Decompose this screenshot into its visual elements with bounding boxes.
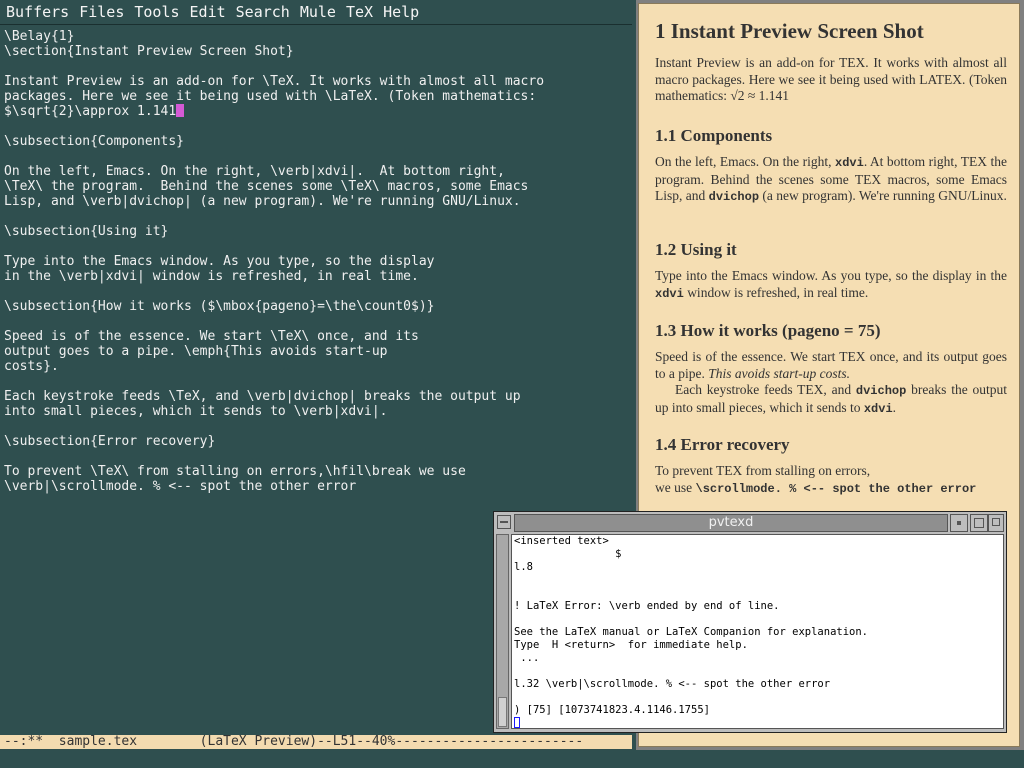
menu-mule[interactable]: Mule — [300, 3, 336, 21]
editor-line: in the \verb|xdvi| window is refreshed, … — [4, 269, 419, 284]
editor-line: packages. Here we see it being used with… — [4, 89, 537, 104]
maximize-button[interactable] — [970, 514, 988, 532]
intro-text: Instant Preview is an add-on for TEX. It… — [655, 55, 1007, 103]
terminal-line: l.32 \verb|\scrollmode. % <-- spot the o… — [514, 678, 831, 690]
intro-math: √2 ≈ 1.141 — [730, 88, 790, 103]
menu-search[interactable]: Search — [236, 3, 290, 21]
editor-line: \subsection{Using it} — [4, 224, 169, 239]
page-intro-paragraph: Instant Preview is an add-on for TEX. It… — [655, 55, 1007, 105]
comp-tt-dvichop: dvichop — [708, 190, 760, 204]
window-menu-button[interactable] — [497, 515, 511, 529]
terminal-line: ) [75] [1073741823.4.1146.1755] — [514, 704, 710, 716]
how-tt-dvichop: dvichop — [855, 384, 907, 398]
using-tt-xdvi: xdvi — [655, 286, 684, 301]
err-text-b: we use — [655, 479, 696, 495]
terminal-output[interactable]: <inserted text> $ l.8 ! LaTeX Error: \verb… — [511, 534, 1004, 729]
editor-line: \Belay{1} — [4, 29, 75, 44]
page-how-paragraph: Speed is of the essence. We start TEX on… — [655, 349, 1007, 417]
menu-files[interactable]: Files — [79, 3, 124, 21]
page-error-paragraph: To prevent TEX from stalling on errors, w… — [655, 463, 1007, 497]
minimize-button[interactable] — [950, 514, 968, 532]
terminal-line: See the LaTeX manual or LaTeX Companion … — [514, 626, 869, 638]
editor-line: Speed is of the essence. We start \TeX\ … — [4, 329, 419, 344]
comp-text-a: On the left, Emacs. On the right, — [655, 154, 835, 169]
editor-line: Each keystroke feeds \TeX, and \verb|dvi… — [4, 389, 521, 404]
editor-line: \subsection{Error recovery} — [4, 434, 216, 449]
pvtexd-window: pvtexd <inserted text> $ l.8 ! LaTeX Error… — [493, 511, 1007, 733]
terminal-line: l.8 — [514, 561, 533, 573]
how-tt-xdvi: xdvi — [863, 401, 893, 416]
err-text-a: To prevent TEX from stalling on errors, — [655, 463, 871, 478]
how-text-d: . — [892, 399, 897, 415]
page-using-paragraph: Type into the Emacs window. As you type,… — [655, 268, 1007, 302]
menu-tex[interactable]: TeX — [346, 3, 373, 21]
terminal-cursor — [514, 717, 520, 728]
editor-line: \subsection{How it works ($\mbox{pageno}… — [4, 299, 435, 314]
terminal-scrollbar[interactable] — [496, 534, 509, 729]
editor-line: Lisp, and \verb|dvichop| (a new program)… — [4, 194, 521, 209]
pvtexd-titlebar[interactable]: pvtexd — [514, 514, 948, 532]
menu-tools[interactable]: Tools — [134, 3, 179, 21]
menu-buffers[interactable]: Buffers — [6, 3, 69, 21]
editor-line: Type into the Emacs window. As you type,… — [4, 254, 435, 269]
terminal-line: $ — [514, 548, 622, 560]
close-button[interactable] — [988, 514, 1004, 532]
terminal-line: ... — [514, 652, 540, 664]
page-section-heading: 1 Instant Preview Screen Shot — [655, 19, 924, 43]
editor-line: costs}. — [4, 359, 59, 374]
menu-edit[interactable]: Edit — [190, 3, 226, 21]
emacs-modeline: --:** sample.tex (LaTeX Preview)--L51--4… — [0, 735, 632, 749]
editor-line: \verb|\scrollmode. % <-- spot the other … — [4, 479, 357, 494]
page-subsection-how: 1.3 How it works (pageno = 75) — [655, 321, 881, 340]
terminal-line: ! LaTeX Error: \verb ended by end of lin… — [514, 600, 780, 612]
terminal-line: Type H <return> for immediate help. — [514, 639, 748, 651]
using-text-b: window is refreshed, in real time. — [683, 284, 869, 300]
err-tt-scrollmode: \scrollmode. % <-- spot the other error — [695, 481, 977, 496]
editor-line: \subsection{Components} — [4, 134, 185, 149]
page-components-paragraph: On the left, Emacs. On the right, xdvi. … — [655, 154, 1007, 206]
desktop: Buffers Files Tools Edit Search Mule TeX… — [0, 0, 1024, 768]
scrollbar-thumb[interactable] — [498, 697, 507, 727]
editor-line: output goes to a pipe. \emph{This avoids… — [4, 344, 388, 359]
comp-tt-xdvi: xdvi — [835, 156, 864, 170]
editor-line: \TeX\ the program. Behind the scenes som… — [4, 179, 529, 194]
comp-text-c: (a new program). We're running GNU/Linux… — [759, 188, 1007, 203]
how-text-b: Each keystroke feeds TEX, and — [675, 382, 856, 397]
terminal-prompt-line — [514, 717, 1001, 728]
editor-line: On the left, Emacs. On the right, \verb|… — [4, 164, 505, 179]
editor-line: $\sqrt{2}\approx 1.141 — [4, 104, 632, 119]
emacs-menubar: Buffers Files Tools Edit Search Mule TeX… — [0, 0, 632, 25]
editor-line: into small pieces, which it sends to \ve… — [4, 404, 388, 419]
editor-line: \section{Instant Preview Screen Shot} — [4, 44, 294, 59]
page-subsection-error: 1.4 Error recovery — [655, 435, 790, 454]
editor-line: To prevent \TeX\ from stalling on errors… — [4, 464, 466, 479]
using-text-a: Type into the Emacs window. As you type,… — [655, 268, 1007, 283]
terminal-line: <inserted text> — [514, 535, 609, 547]
editor-line: Instant Preview is an add-on for \TeX. I… — [4, 74, 545, 89]
menu-help[interactable]: Help — [383, 3, 419, 21]
text-cursor — [176, 104, 185, 117]
page-subsection-using: 1.2 Using it — [655, 240, 737, 259]
how-emph: This avoids start-up costs. — [708, 365, 851, 381]
page-subsection-components: 1.1 Components — [655, 126, 773, 145]
